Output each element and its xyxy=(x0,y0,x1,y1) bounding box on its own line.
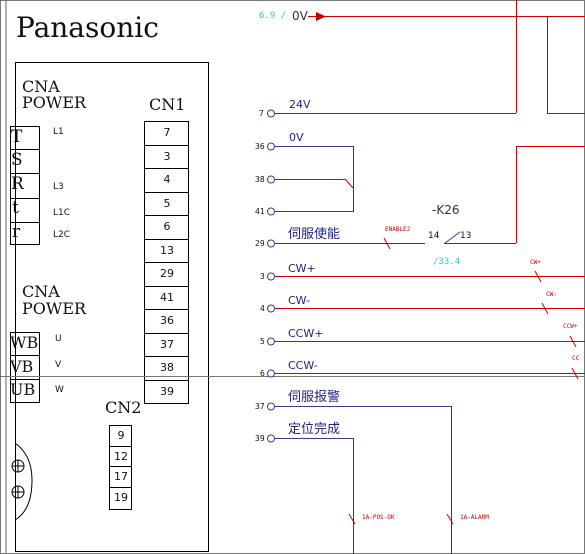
wire-tag-alarm: 1A-ALARM xyxy=(460,514,489,521)
terminal-label-U: U xyxy=(55,334,62,344)
signal-name: CCW- xyxy=(288,359,318,372)
relay-name: -K26 xyxy=(432,203,460,217)
signal-pin-number: 7 xyxy=(259,109,264,118)
top-ref-net: 0V xyxy=(292,9,308,23)
cn1-pin: 6 xyxy=(163,220,171,234)
brand-title: Panasonic xyxy=(16,11,159,44)
terminal-r: r xyxy=(12,222,21,242)
schematic-canvas: Panasonic CNA POWER CN1 T S R t r L1 L3 … xyxy=(0,0,585,554)
mounting-bracket xyxy=(14,442,33,521)
pin-terminals xyxy=(267,109,275,443)
terminal-label-W: W xyxy=(55,385,64,395)
relay-contact-b: 13 xyxy=(460,231,472,241)
signal-pin-number: 5 xyxy=(260,337,265,346)
cn1-pin: 5 xyxy=(163,196,171,210)
cn2-pin: 9 xyxy=(117,429,125,442)
arrow-right-icon xyxy=(316,12,326,21)
cn1-label: CN1 xyxy=(149,95,186,114)
terminal-S: S xyxy=(11,150,23,170)
signal-pin-number: 36 xyxy=(255,142,265,151)
top-ref-prefix: 6.9 / xyxy=(259,11,287,21)
relay-contact-a: 14 xyxy=(428,231,440,241)
signal-pin-number: 38 xyxy=(255,175,265,184)
cn1-pin: 41 xyxy=(160,290,174,304)
cn1-pin: 7 xyxy=(163,126,171,140)
cn1-pin: 29 xyxy=(160,267,174,281)
terminal-label-L1: L1 xyxy=(53,127,64,137)
cn1-pin: 38 xyxy=(160,361,174,375)
wire-tag-enable: ENABLE2 xyxy=(385,226,411,233)
signal-name: CW+ xyxy=(288,262,316,275)
signal-name: 伺服报警 xyxy=(288,390,341,405)
wire-tag-cw-minus: CW- xyxy=(546,291,557,298)
cna-power-bottom-line2: POWER xyxy=(22,299,87,318)
cn2-label: CN2 xyxy=(105,398,142,417)
terminal-label-L1C: L1C xyxy=(53,208,71,218)
wire-tag-cw-plus: CW+ xyxy=(530,259,541,266)
cna-power-top-line2: POWER xyxy=(22,93,87,112)
terminal-UB: UB xyxy=(10,380,36,399)
cn1-pin: 39 xyxy=(160,384,174,398)
signal-pin-number: 29 xyxy=(255,239,265,248)
signal-pin-number: 39 xyxy=(255,434,265,443)
signal-name: 0V xyxy=(289,131,304,144)
cn1-pin: 4 xyxy=(163,173,171,187)
cn1-pin: 13 xyxy=(160,243,174,257)
cna-power-bottom-line1: CNA xyxy=(22,282,60,301)
signal-name: CCW+ xyxy=(288,327,324,340)
terminal-label-L2C: L2C xyxy=(53,230,71,240)
cn1-pin: 37 xyxy=(160,337,174,351)
signal-name: CW- xyxy=(288,294,311,307)
relay-ref: /33.4 xyxy=(433,257,461,267)
cn1-pin: 36 xyxy=(160,314,174,328)
schematic-drawing xyxy=(0,0,585,554)
wire-tag-ccw-plus: CCW+ xyxy=(563,323,578,330)
wire-tag-ccw-minus: CC xyxy=(572,355,580,362)
terminal-label-V: V xyxy=(55,360,62,370)
cn2-pin: 12 xyxy=(114,450,128,463)
cn2-pin: 19 xyxy=(114,491,128,504)
signal-name: 24V xyxy=(289,98,311,111)
wire-tag-pos-ok: 1A-POS-OK xyxy=(362,514,395,521)
signal-pin-number: 4 xyxy=(260,304,265,313)
signal-pin-number: 3 xyxy=(260,272,265,281)
terminal-T: T xyxy=(11,127,23,147)
signal-name: 伺服使能 xyxy=(288,227,341,242)
signal-pin-number: 41 xyxy=(255,207,265,216)
signal-name: 定位完成 xyxy=(288,422,341,437)
cn2-pin: 17 xyxy=(114,470,128,483)
terminal-label-L3: L3 xyxy=(53,182,64,192)
terminal-R: R xyxy=(11,174,24,194)
terminal-VB: VB xyxy=(10,357,34,376)
cn1-pin: 3 xyxy=(163,149,171,163)
signal-pin-number: 6 xyxy=(260,369,265,378)
signal-pin-number: 37 xyxy=(255,402,265,411)
terminal-t: t xyxy=(12,198,19,218)
terminal-WB: WB xyxy=(10,333,39,352)
